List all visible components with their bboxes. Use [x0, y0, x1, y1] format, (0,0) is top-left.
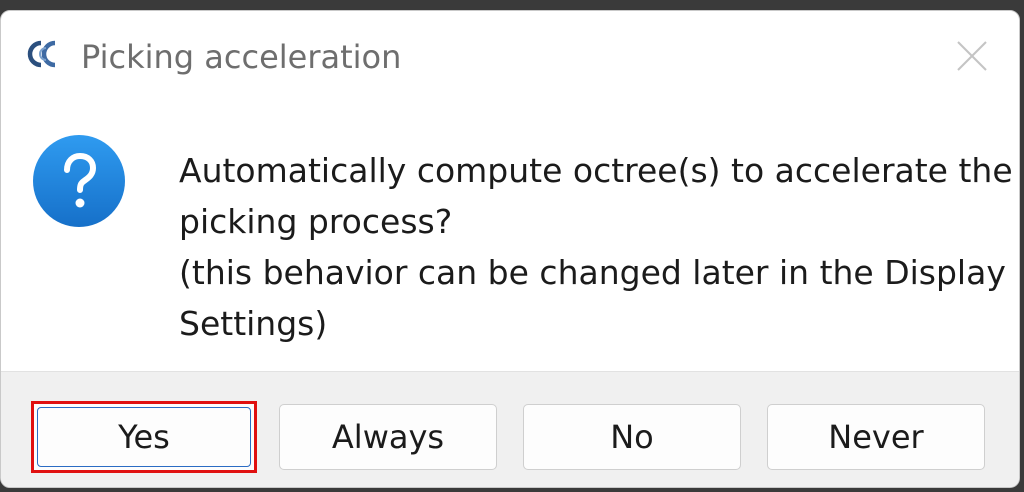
dialog-title: Picking acceleration: [81, 38, 402, 76]
message-line: Settings): [179, 304, 328, 343]
message-line: picking process?: [179, 202, 453, 241]
title-bar: Picking acceleration: [1, 11, 1019, 101]
button-bar: Yes Always No Never: [1, 371, 1019, 487]
always-button[interactable]: Always: [279, 404, 497, 470]
yes-button[interactable]: Yes: [31, 401, 257, 473]
dialog-message: Automatically compute octree(s) to accel…: [179, 145, 1013, 349]
close-icon: [957, 41, 987, 71]
never-button[interactable]: Never: [767, 404, 985, 470]
message-line: (this behavior can be changed later in t…: [179, 253, 1006, 292]
picking-acceleration-dialog: Picking acceleration Automatically compu…: [0, 10, 1020, 488]
message-line: Automatically compute octree(s) to accel…: [179, 151, 1013, 190]
close-button[interactable]: [955, 39, 989, 73]
question-icon: [31, 133, 127, 229]
cloudcompare-logo-icon: [25, 39, 67, 69]
no-button[interactable]: No: [523, 404, 741, 470]
yes-button-label: Yes: [118, 418, 170, 456]
